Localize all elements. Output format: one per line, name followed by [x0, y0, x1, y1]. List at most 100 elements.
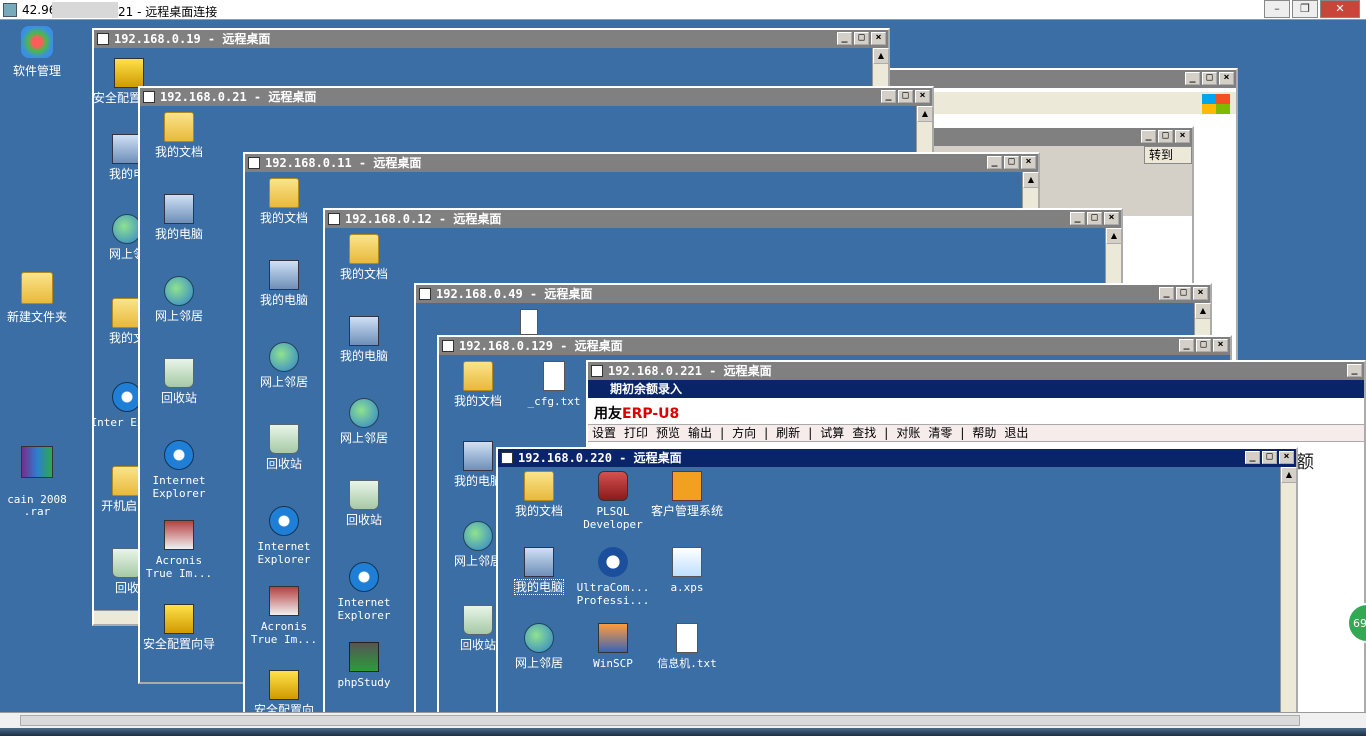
close-button[interactable]: × [1279, 451, 1294, 464]
menu-print[interactable]: 打印 [624, 425, 648, 441]
minimize-button[interactable]: – [1264, 0, 1290, 18]
desktop-icon[interactable]: 我的电脑 [325, 316, 403, 363]
desktop-icon[interactable]: 信息机.txt [648, 623, 726, 670]
desktop-icon[interactable]: 安全配置向导 [140, 604, 218, 651]
close-button[interactable]: × [1104, 212, 1119, 225]
erp-heading-fragment: 额 [1296, 452, 1314, 473]
menu-refresh[interactable]: 刷新 [776, 425, 800, 441]
close-button[interactable]: × [1193, 287, 1208, 300]
desktop-icon[interactable]: 回收站 [140, 358, 218, 405]
desktop-icon[interactable]: 网上邻居 [500, 623, 578, 670]
minimize-button[interactable]: _ [1179, 339, 1194, 352]
close-button[interactable]: × [1213, 339, 1228, 352]
menu-reconcile[interactable]: 对账 [896, 425, 920, 441]
ie-icon [164, 440, 194, 470]
folder-icon [21, 272, 53, 304]
desktop-icon[interactable]: Acronis True Im... [245, 586, 323, 646]
menu-find[interactable]: 查找 [852, 425, 876, 441]
menu-preview[interactable]: 预览 [656, 425, 680, 441]
desktop-icon[interactable]: 我的文档 [500, 471, 578, 518]
maximize-button[interactable]: □ [1087, 212, 1102, 225]
erp-logo: 用友ERP-U8 [594, 406, 680, 422]
host-icon-new-folder[interactable]: 新建文件夹 [2, 272, 72, 325]
network-icon [463, 521, 493, 551]
close-button[interactable]: × [871, 32, 886, 45]
scroll-thumb[interactable] [20, 715, 1300, 726]
menu-separator: | [884, 426, 889, 440]
minimize-button[interactable]: _ [881, 90, 896, 103]
menu-exit[interactable]: 退出 [1004, 425, 1028, 441]
menu-trial-balance[interactable]: 试算 [820, 425, 844, 441]
rdp-window-220[interactable]: 192.168.0.220 - 远程桌面 _ □ × 我的文档 PLSQL Deve… [496, 447, 1298, 715]
computer-icon [524, 547, 554, 577]
windows-logo-icon [1202, 94, 1230, 114]
desktop-icon[interactable]: Internet Explorer [140, 440, 218, 500]
minimize-button[interactable]: _ [987, 156, 1002, 169]
desktop-icon[interactable]: Internet Explorer [245, 506, 323, 566]
vscrollbar[interactable]: ▲ [1280, 467, 1297, 713]
desktop-icon[interactable]: PLSQL Developer [574, 471, 652, 531]
desktop-icon[interactable]: 回收站 [245, 424, 323, 471]
desktop-icon[interactable]: 我的电脑 [140, 194, 218, 241]
host-icon-cain-rar[interactable]: cain 2008 .rar [2, 434, 72, 518]
computer-icon [463, 441, 493, 471]
maximize-button[interactable]: □ [1262, 451, 1277, 464]
desktop-icon[interactable]: Acronis True Im... [140, 520, 218, 580]
desktop-icon[interactable]: WinSCP [574, 623, 652, 670]
desktop-icon[interactable]: 我的文档 [140, 112, 218, 159]
minimize-button[interactable]: _ [837, 32, 852, 45]
menu-settings[interactable]: 设置 [592, 425, 616, 441]
restore-button[interactable]: ❐ [1292, 0, 1318, 18]
menu-clear[interactable]: 清零 [928, 425, 952, 441]
desktop-icon[interactable]: 我的文档 [245, 178, 323, 225]
network-icon [164, 276, 194, 306]
desktop-icon[interactable]: 我的文档 [439, 361, 517, 408]
remote-desktop-icon [3, 3, 17, 17]
close-button[interactable]: × [915, 90, 930, 103]
minimize-button[interactable]: _ [1070, 212, 1085, 225]
menu-direction[interactable]: 方向 [732, 425, 756, 441]
documents-icon [164, 112, 194, 142]
desktop-icon[interactable]: _cfg.txt [515, 361, 593, 408]
desktop-icon[interactable]: 我的文档 [325, 234, 403, 281]
network-icon [524, 623, 554, 653]
ultracompare-icon [598, 547, 628, 577]
erp-logo-bar: 用友ERP-U8 [588, 398, 1364, 424]
computer-icon [349, 316, 379, 346]
desktop-icon[interactable]: 安全配置向 [245, 670, 323, 717]
computer-icon [164, 194, 194, 224]
desktop-icon[interactable]: 网上邻居 [245, 342, 323, 389]
goto-button[interactable]: 转到 [1144, 146, 1192, 164]
close-button[interactable]: × [1021, 156, 1036, 169]
icon-label: cain 2008 .rar [7, 493, 67, 518]
host-icon-software-manager[interactable]: 软件管理 [2, 26, 72, 79]
desktop-icon[interactable]: 客户管理系统 [648, 471, 726, 518]
menu-help[interactable]: 帮助 [972, 425, 996, 441]
maximize-button[interactable]: □ [1004, 156, 1019, 169]
host-hscrollbar[interactable] [0, 712, 1366, 728]
maximize-button[interactable]: □ [1196, 339, 1211, 352]
recycle-bin-icon [164, 358, 194, 388]
close-button[interactable]: ✕ [1320, 0, 1360, 18]
rdp-icon [97, 33, 109, 45]
maximize-button[interactable]: □ [854, 32, 869, 45]
erp-form-title: 期初余额录入 [588, 380, 1364, 398]
menu-output[interactable]: 输出 [688, 425, 712, 441]
maximize-button[interactable]: □ [898, 90, 913, 103]
window-title: 192.168.0.220 - 远程桌面 [518, 451, 682, 465]
desktop-icon[interactable]: 我的电脑 [500, 547, 578, 595]
icon-label: 新建文件夹 [6, 310, 67, 324]
desktop-icon[interactable]: a.xps [648, 547, 726, 594]
minimize-button[interactable]: _ [1159, 287, 1174, 300]
desktop-icon[interactable]: 我的电脑 [245, 260, 323, 307]
desktop-icon[interactable]: 网上邻居 [140, 276, 218, 323]
desktop-icon[interactable]: phpStudy [325, 642, 403, 689]
desktop-icon[interactable]: Internet Explorer [325, 562, 403, 622]
desktop-icon[interactable]: UltraCom... Professi... [574, 547, 652, 607]
minimize-button[interactable]: _ [1245, 451, 1260, 464]
desktop-icon[interactable]: 网上邻居 [325, 398, 403, 445]
maximize-button[interactable]: □ [1176, 287, 1191, 300]
desktop-icon[interactable]: 回收站 [325, 480, 403, 527]
minimize-button[interactable]: _ [1347, 364, 1362, 377]
ie-icon [349, 562, 379, 592]
